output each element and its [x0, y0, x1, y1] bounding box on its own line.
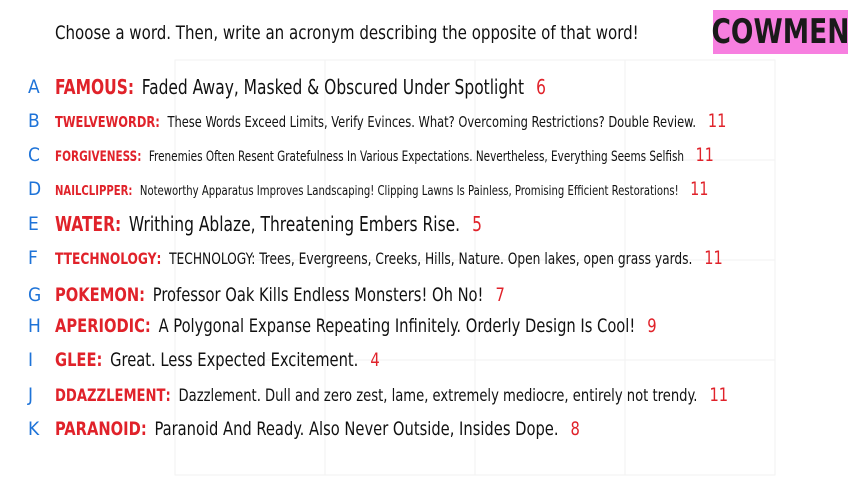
entry-colon: : — [139, 284, 146, 306]
entry-word: TWELVEWORDR — [55, 113, 156, 131]
entry-colon: : — [114, 212, 122, 236]
entry-line: TWELVEWORDR: These Words Exceed Limits, … — [55, 110, 726, 132]
entry-count: 4 — [370, 349, 380, 371]
entry-letter: I — [28, 349, 34, 371]
entry-word: PARANOID — [55, 418, 141, 440]
entry-word: WATER — [55, 212, 115, 236]
entry-row-f: F TTECHNOLOGY: TECHNOLOGY: Trees, Evergr… — [0, 243, 853, 273]
entry-line: APERIODIC: A Polygonal Expanse Repeating… — [55, 315, 657, 337]
entry-letter: G — [28, 284, 42, 306]
entry-count: 9 — [647, 315, 657, 337]
entry-colon: : — [155, 113, 160, 131]
entry-letter: A — [28, 76, 40, 98]
entry-line: WATER: Writhing Ablaze, Threatening Embe… — [55, 212, 482, 236]
entry-acronym: These Words Exceed Limits, Verify Evince… — [167, 113, 696, 131]
entry-word: FORGIVENESS — [55, 149, 138, 165]
entry-word: FAMOUS — [55, 75, 128, 99]
entry-line: NAILCLIPPER: Noteworthy Apparatus Improv… — [55, 178, 708, 200]
entry-word: GLEE — [55, 349, 97, 371]
entry-acronym: A Polygonal Expanse Repeating Infinitely… — [158, 315, 636, 337]
entry-letter: F — [28, 247, 38, 269]
entry-acronym: Paranoid And Ready. Also Never Outside, … — [154, 418, 559, 440]
entry-letter: K — [28, 418, 40, 440]
entry-colon: : — [144, 315, 151, 337]
entry-row-d: D NAILCLIPPER: Noteworthy Apparatus Impr… — [0, 174, 853, 204]
cowmen-logo: COWMEN — [711, 10, 850, 54]
entry-letter: H — [28, 315, 41, 337]
entry-letter: C — [28, 144, 40, 166]
entry-acronym: Professor Oak Kills Endless Monsters! Oh… — [152, 284, 484, 306]
entry-colon: : — [137, 149, 142, 165]
entry-count: 11 — [709, 384, 729, 406]
entry-acronym: TECHNOLOGY: Trees, Evergreens, Creeks, H… — [169, 249, 693, 268]
entry-colon: : — [156, 249, 162, 268]
entry-word: POKEMON — [55, 284, 140, 306]
entry-word: APERIODIC — [55, 315, 145, 337]
entry-colon: : — [140, 418, 147, 440]
entry-line: GLEE: Great. Less Expected Excitement. 4 — [55, 349, 380, 371]
entry-letter: B — [28, 110, 40, 132]
entry-row-a: A FAMOUS: Faded Away, Masked & Obscured … — [0, 72, 853, 102]
entry-row-h: H APERIODIC: A Polygonal Expanse Repeati… — [0, 311, 853, 341]
entry-count: 7 — [495, 284, 505, 306]
entry-count: 11 — [690, 178, 709, 200]
entry-acronym: Frenemies Often Resent Gratefulness In V… — [148, 149, 685, 165]
entry-acronym: Faded Away, Masked & Obscured Under Spot… — [141, 75, 525, 99]
entry-word: NAILCLIPPER — [55, 183, 129, 199]
entry-word: TTECHNOLOGY — [55, 249, 157, 268]
entry-acronym: Noteworthy Apparatus Improves Landscapin… — [139, 183, 679, 199]
entry-line: FAMOUS: Faded Away, Masked & Obscured Un… — [55, 75, 546, 99]
entry-count: 6 — [536, 75, 546, 99]
entry-letter: D — [28, 178, 42, 200]
entry-line: TTECHNOLOGY: TECHNOLOGY: Trees, Evergree… — [55, 247, 723, 269]
entry-line: POKEMON: Professor Oak Kills Endless Mon… — [55, 284, 505, 306]
entry-count: 11 — [704, 247, 723, 269]
entry-count: 8 — [570, 418, 580, 440]
entry-line: DDAZZLEMENT: Dazzlement. Dull and zero z… — [55, 384, 728, 406]
entry-count: 11 — [695, 144, 714, 166]
logo-text: COWMEN — [711, 12, 850, 52]
entry-row-k: K PARANOID: Paranoid And Ready. Also Nev… — [0, 414, 853, 444]
entry-letter: E — [28, 213, 39, 235]
entry-colon: : — [96, 349, 103, 371]
entry-row-e: E WATER: Writhing Ablaze, Threatening Em… — [0, 209, 853, 239]
entry-row-j: J DDAZZLEMENT: Dazzlement. Dull and zero… — [0, 380, 853, 410]
entry-row-i: I GLEE: Great. Less Expected Excitement.… — [0, 345, 853, 375]
entry-letter: J — [28, 384, 34, 406]
entry-count: 5 — [472, 212, 482, 236]
entry-row-b: B TWELVEWORDR: These Words Exceed Limits… — [0, 106, 853, 136]
entry-acronym: Dazzlement. Dull and zero zest, lame, ex… — [178, 386, 698, 406]
entry-colon: : — [165, 386, 171, 406]
instructions-text: Choose a word. Then, write an acronym de… — [55, 22, 639, 44]
entry-line: PARANOID: Paranoid And Ready. Also Never… — [55, 418, 580, 440]
entry-row-c: C FORGIVENESS: Frenemies Often Resent Gr… — [0, 140, 853, 170]
entry-line: FORGIVENESS: Frenemies Often Resent Grat… — [55, 144, 714, 166]
entry-colon: : — [127, 75, 135, 99]
entry-acronym: Great. Less Expected Excitement. — [110, 349, 359, 371]
entry-row-g: G POKEMON: Professor Oak Kills Endless M… — [0, 280, 853, 310]
entry-colon: : — [128, 183, 133, 199]
entry-acronym: Writhing Ablaze, Threatening Embers Rise… — [128, 212, 461, 236]
entry-word: DDAZZLEMENT — [55, 386, 166, 406]
entry-count: 11 — [707, 110, 727, 132]
